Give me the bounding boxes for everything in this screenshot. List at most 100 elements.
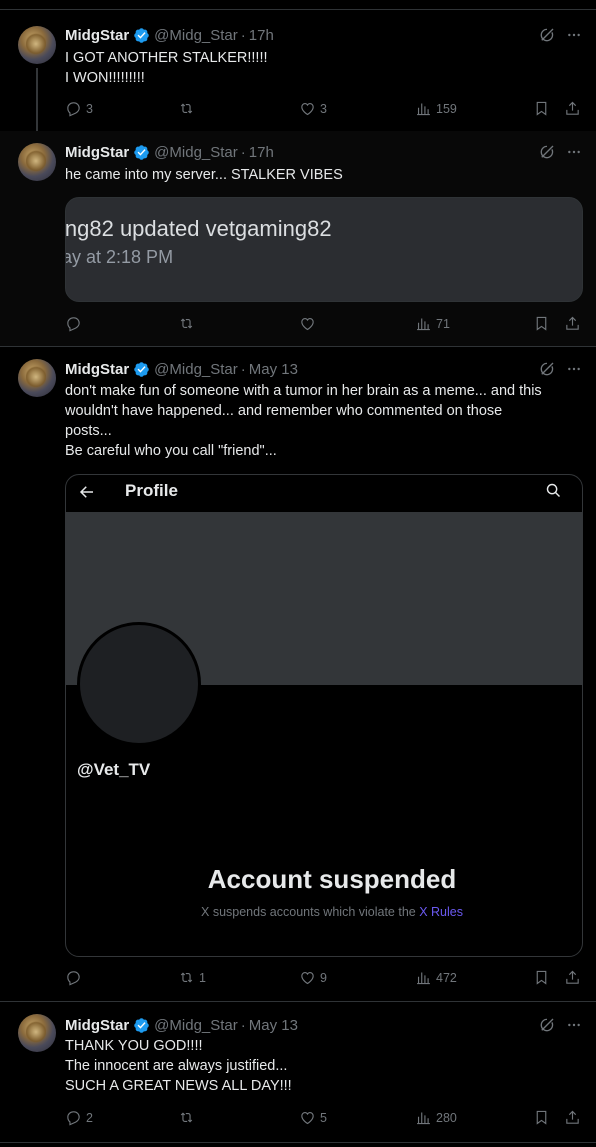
share-button[interactable]: [564, 969, 581, 986]
profile-avatar: [77, 622, 201, 746]
repost-icon: [178, 315, 195, 332]
tweet-text-line: SUCH A GREAT NEWS ALL DAY!!!: [65, 1078, 292, 1094]
avatar[interactable]: [18, 143, 56, 181]
action-bar: 2 5 280: [65, 1109, 585, 1129]
display-name[interactable]: MidgStar: [65, 361, 129, 378]
avatar[interactable]: [18, 1014, 56, 1052]
profile-title: Profile: [125, 481, 178, 500]
display-name[interactable]: MidgStar: [65, 144, 129, 161]
tweet-text-line: I GOT ANOTHER STALKER!!!!!: [65, 50, 268, 66]
more-options-icon[interactable]: [566, 361, 582, 377]
user-handle[interactable]: @Midg_Star: [154, 144, 238, 161]
reply-icon: [65, 969, 82, 986]
media-image[interactable]: ing82 updated vetgaming82 ay at 2:18 PM: [65, 197, 583, 302]
verified-badge-icon: [133, 27, 150, 44]
reply-button[interactable]: [65, 969, 86, 986]
like-button[interactable]: 5: [299, 1109, 327, 1126]
separator-dot: ·: [240, 143, 246, 161]
repost-button[interactable]: 1: [178, 969, 206, 986]
separator-dot: ·: [240, 1016, 246, 1034]
bookmark-button[interactable]: [533, 315, 550, 332]
repost-button[interactable]: [178, 100, 199, 117]
reply-button[interactable]: 2: [65, 1109, 93, 1126]
thread-connector: [36, 68, 38, 131]
avatar[interactable]: [18, 359, 56, 397]
media-image[interactable]: Profile @Vet_TV Account suspended X susp…: [65, 474, 583, 957]
profile-handle: @Vet_TV: [77, 760, 151, 779]
grok-icon[interactable]: [538, 1016, 556, 1034]
verified-badge-icon: [133, 144, 150, 161]
reply-icon: [65, 315, 82, 332]
tweet-header: MidgStar @Midg_Star · 17h: [65, 25, 274, 45]
user-handle[interactable]: @Midg_Star: [154, 361, 238, 378]
more-options-icon[interactable]: [566, 144, 582, 160]
x-rules-link: X Rules: [419, 905, 463, 919]
user-handle[interactable]: @Midg_Star: [154, 27, 238, 44]
like-icon: [299, 100, 316, 117]
share-icon: [564, 1109, 581, 1126]
separator-dot: ·: [240, 26, 246, 44]
tweet-1[interactable]: MidgStar @Midg_Star · 17h I GOT ANOTHER …: [0, 10, 596, 131]
bookmark-button[interactable]: [533, 100, 550, 117]
share-icon: [564, 100, 581, 117]
bookmark-button[interactable]: [533, 969, 550, 986]
tweet-4[interactable]: MidgStar @Midg_Star · May 13 THANK YOU G…: [0, 1002, 596, 1147]
more-options-icon[interactable]: [566, 1017, 582, 1033]
bookmark-button[interactable]: [533, 1109, 550, 1126]
like-button[interactable]: [299, 315, 320, 332]
separator-dot: ·: [240, 360, 246, 378]
tweet-text-line: Be careful who you call "friend"...: [65, 443, 277, 459]
action-bar: 71: [65, 315, 585, 335]
grok-icon[interactable]: [538, 143, 556, 161]
views-button[interactable]: 159: [415, 100, 457, 117]
views-count: 71: [436, 316, 450, 331]
views-count: 280: [436, 1110, 457, 1125]
views-button[interactable]: 71: [415, 315, 450, 332]
views-icon: [415, 969, 432, 986]
share-button[interactable]: [564, 315, 581, 332]
repost-icon: [178, 1109, 195, 1126]
like-button[interactable]: 9: [299, 969, 327, 986]
tweet-text-line: posts...: [65, 423, 112, 439]
reply-count: 2: [86, 1110, 93, 1125]
repost-button[interactable]: [178, 315, 199, 332]
search-icon: [546, 483, 561, 498]
views-button[interactable]: 280: [415, 1109, 457, 1126]
reply-button[interactable]: [65, 315, 86, 332]
like-icon: [299, 969, 316, 986]
views-icon: [415, 100, 432, 117]
avatar[interactable]: [18, 26, 56, 64]
timestamp[interactable]: 17h: [249, 27, 274, 44]
tweet-text-line: I WON!!!!!!!!!: [65, 70, 145, 86]
like-count: 3: [320, 101, 327, 116]
display-name[interactable]: MidgStar: [65, 27, 129, 44]
more-options-icon[interactable]: [566, 27, 582, 43]
tweet-text: don't make fun of someone with a tumor i…: [65, 381, 580, 461]
repost-icon: [178, 100, 195, 117]
verified-badge-icon: [133, 361, 150, 378]
views-button[interactable]: 472: [415, 969, 457, 986]
tweet-text-line: THANK YOU GOD!!!!: [65, 1038, 203, 1054]
share-button[interactable]: [564, 1109, 581, 1126]
action-bar: 1 9 472: [65, 969, 585, 989]
share-button[interactable]: [564, 100, 581, 117]
tweet-3[interactable]: MidgStar @Midg_Star · May 13 don't make …: [0, 347, 596, 1001]
like-count: 5: [320, 1110, 327, 1125]
suspended-description: X suspends accounts which violate the X …: [66, 905, 582, 919]
user-handle[interactable]: @Midg_Star: [154, 1017, 238, 1034]
timestamp[interactable]: May 13: [249, 361, 298, 378]
tweet-2[interactable]: MidgStar @Midg_Star · 17h he came into m…: [0, 131, 596, 346]
views-icon: [415, 315, 432, 332]
tweet-text: I GOT ANOTHER STALKER!!!!! I WON!!!!!!!!…: [65, 48, 580, 88]
timestamp[interactable]: 17h: [249, 144, 274, 161]
reply-icon: [65, 100, 82, 117]
grok-icon[interactable]: [538, 360, 556, 378]
views-icon: [415, 1109, 432, 1126]
repost-button[interactable]: [178, 1109, 199, 1126]
display-name[interactable]: MidgStar: [65, 1017, 129, 1034]
like-button[interactable]: 3: [299, 100, 327, 117]
like-icon: [299, 1109, 316, 1126]
grok-icon[interactable]: [538, 26, 556, 44]
timestamp[interactable]: May 13: [249, 1017, 298, 1034]
reply-button[interactable]: 3: [65, 100, 93, 117]
